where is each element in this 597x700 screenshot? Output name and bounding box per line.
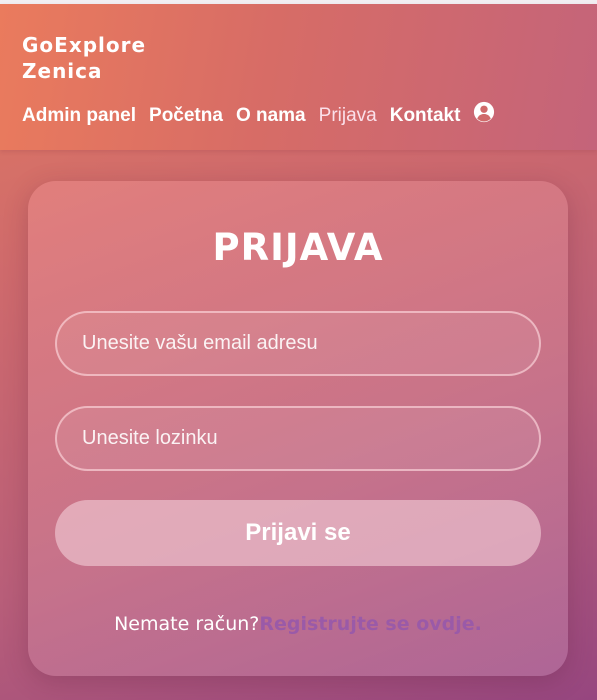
email-field[interactable]: [55, 311, 541, 376]
nav-about[interactable]: O nama: [236, 105, 306, 127]
nav-login[interactable]: Prijava: [319, 105, 377, 127]
register-prompt-line: Nemate račun?Registrujte se ovdje.: [28, 613, 568, 635]
user-circle-icon[interactable]: [473, 101, 495, 123]
register-link[interactable]: Registrujte se ovdje.: [259, 613, 481, 635]
nav-contact[interactable]: Kontakt: [390, 105, 461, 127]
main-nav: Admin panel Početna O nama Prijava Konta…: [22, 101, 495, 127]
login-card: PRIJAVA Prijavi se Nemate račun?Registru…: [28, 181, 568, 676]
brand-logo[interactable]: GoExplore Zenica: [22, 32, 146, 84]
login-title: PRIJAVA: [212, 226, 384, 269]
login-button[interactable]: Prijavi se: [55, 500, 541, 566]
brand-line-1: GoExplore: [22, 33, 147, 57]
password-field[interactable]: [55, 406, 541, 471]
nav-home[interactable]: Početna: [149, 105, 223, 127]
brand-line-2: Zenica: [22, 59, 103, 83]
site-header: GoExplore Zenica Admin panel Početna O n…: [0, 4, 597, 150]
register-prompt-text: Nemate račun?: [114, 613, 260, 635]
nav-admin-panel[interactable]: Admin panel: [22, 105, 136, 127]
